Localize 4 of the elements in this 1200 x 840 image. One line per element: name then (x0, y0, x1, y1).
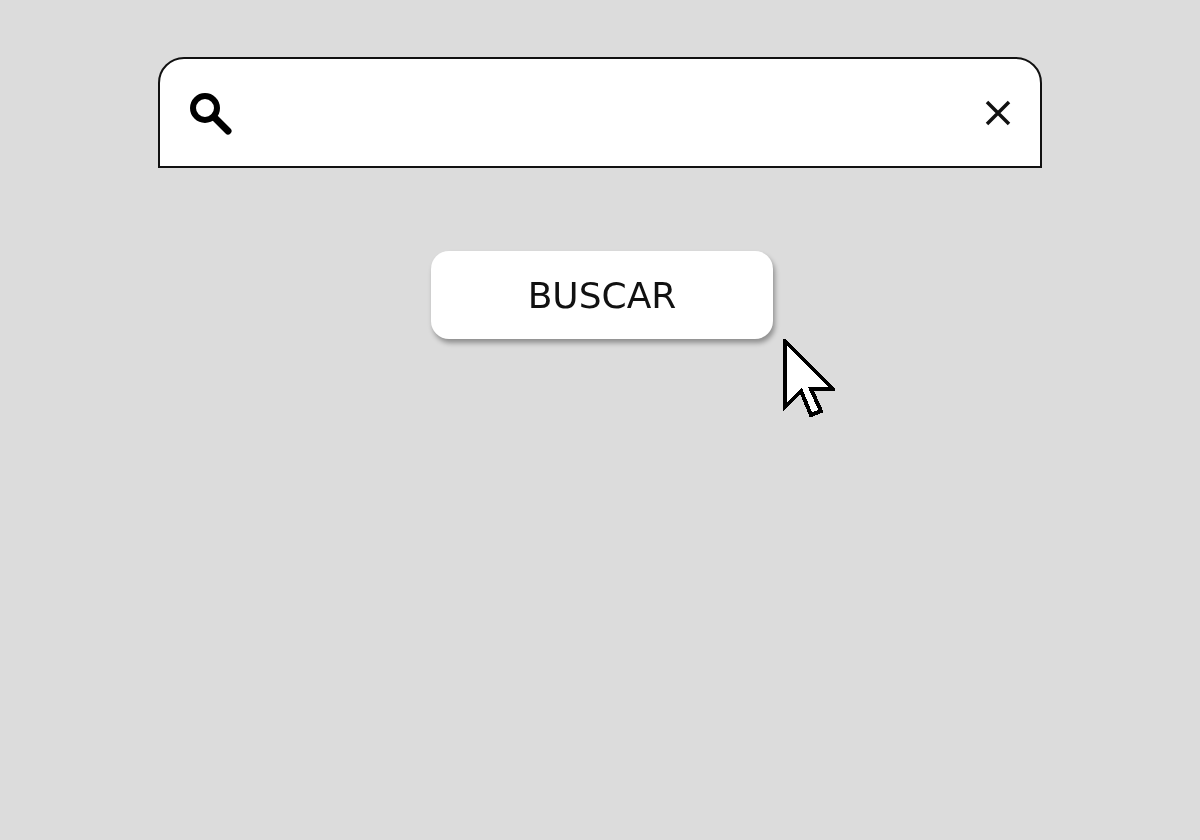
mouse-pointer-icon (783, 339, 835, 419)
close-icon[interactable] (984, 98, 1012, 127)
search-button[interactable]: BUSCAR (431, 251, 773, 339)
search-field[interactable] (158, 57, 1042, 168)
